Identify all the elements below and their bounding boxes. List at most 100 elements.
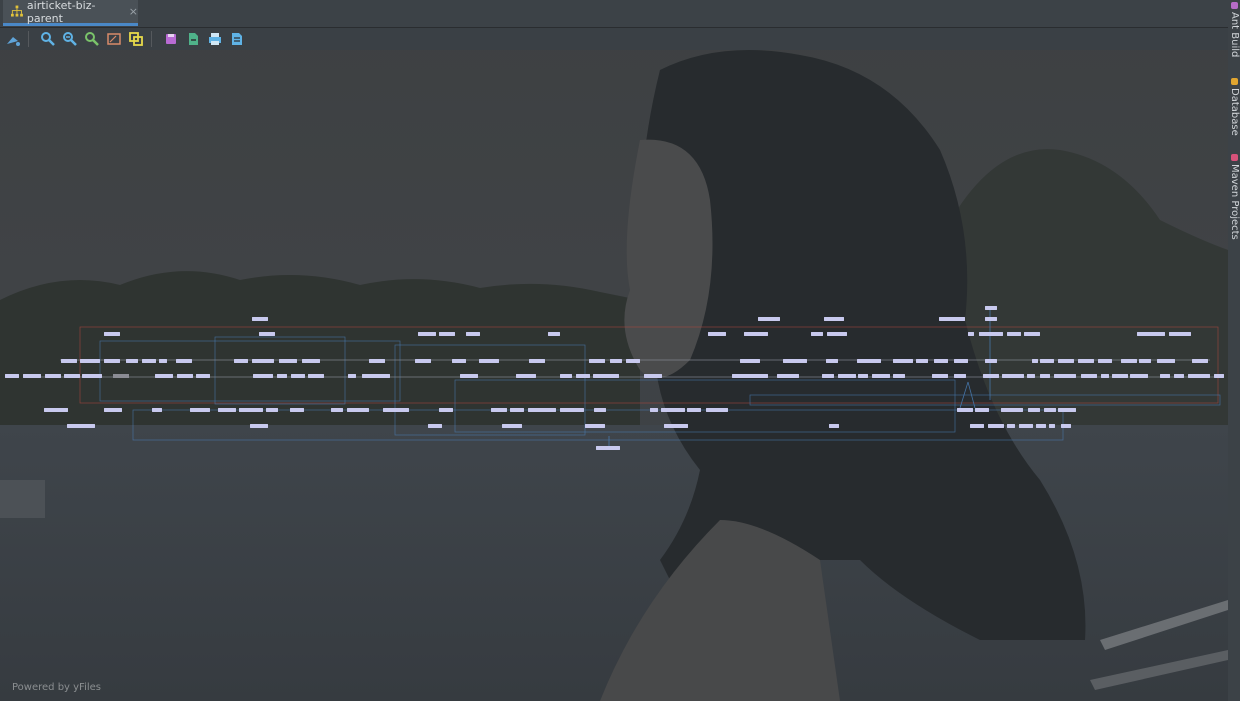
tab-airticket-biz-parent[interactable]: airticket-biz-parent ×: [3, 0, 138, 26]
dependency-node[interactable]: [196, 374, 210, 378]
dependency-node[interactable]: [61, 359, 77, 363]
dependency-node[interactable]: [302, 359, 320, 363]
dependency-node[interactable]: [560, 408, 584, 412]
dependency-node[interactable]: [838, 374, 856, 378]
dependency-node[interactable]: [975, 408, 989, 412]
dependency-node[interactable]: [593, 374, 619, 378]
dependency-node[interactable]: [985, 359, 997, 363]
dependency-node[interactable]: [934, 359, 948, 363]
dependency-node[interactable]: [1040, 374, 1050, 378]
copy-button[interactable]: [127, 30, 145, 48]
close-icon[interactable]: ×: [129, 5, 138, 18]
dependency-node[interactable]: [744, 332, 768, 336]
dependency-node[interactable]: [1061, 424, 1071, 428]
dependency-node[interactable]: [1192, 359, 1208, 363]
dependency-node[interactable]: [218, 408, 236, 412]
dependency-node[interactable]: [970, 424, 984, 428]
dependency-node[interactable]: [1002, 374, 1024, 378]
dependency-node[interactable]: [610, 359, 622, 363]
dependency-node[interactable]: [253, 374, 273, 378]
dependency-node[interactable]: [439, 332, 455, 336]
dependency-node[interactable]: [932, 374, 948, 378]
dependency-node[interactable]: [277, 374, 287, 378]
dependency-node[interactable]: [827, 332, 847, 336]
dependency-node[interactable]: [1169, 332, 1191, 336]
dependency-node[interactable]: [266, 408, 278, 412]
dependency-node[interactable]: [331, 408, 343, 412]
dependency-node[interactable]: [1044, 408, 1056, 412]
dependency-node[interactable]: [822, 374, 834, 378]
fit-content-button[interactable]: [4, 30, 22, 48]
dependency-node[interactable]: [1188, 374, 1210, 378]
dependency-node[interactable]: [1058, 408, 1076, 412]
dependency-node[interactable]: [252, 359, 274, 363]
dependency-node[interactable]: [362, 374, 390, 378]
dependency-node[interactable]: [104, 332, 120, 336]
dependency-node[interactable]: [872, 374, 890, 378]
dependency-node[interactable]: [893, 374, 905, 378]
dependency-node[interactable]: [585, 424, 605, 428]
dependency-node[interactable]: [985, 317, 997, 321]
dependency-node[interactable]: [589, 359, 605, 363]
zoom-in-button[interactable]: [39, 30, 57, 48]
dependency-node[interactable]: [5, 374, 19, 378]
dependency-node[interactable]: [740, 359, 760, 363]
dependency-node[interactable]: [418, 332, 436, 336]
dependency-node[interactable]: [177, 374, 193, 378]
dependency-node[interactable]: [104, 359, 120, 363]
dependency-node[interactable]: [1139, 359, 1151, 363]
dependency-node[interactable]: [1058, 359, 1074, 363]
dependency-node[interactable]: [957, 408, 973, 412]
dependency-node[interactable]: [82, 374, 102, 378]
dependency-node[interactable]: [548, 332, 560, 336]
dependency-node[interactable]: [661, 408, 685, 412]
dependency-node[interactable]: [1160, 374, 1170, 378]
tool-window-database[interactable]: Database: [1229, 88, 1240, 136]
dependency-node[interactable]: [348, 374, 356, 378]
print-button[interactable]: [206, 30, 224, 48]
dependency-node[interactable]: [1049, 424, 1055, 428]
dependency-node[interactable]: [428, 424, 442, 428]
dependency-node[interactable]: [1001, 408, 1023, 412]
dependency-node[interactable]: [234, 359, 248, 363]
dependency-node[interactable]: [510, 408, 524, 412]
dependency-node[interactable]: [1157, 359, 1175, 363]
dependency-node[interactable]: [176, 359, 192, 363]
dependency-node[interactable]: [594, 408, 606, 412]
zoom-out-button[interactable]: [61, 30, 79, 48]
dependency-node[interactable]: [983, 374, 999, 378]
dependency-node[interactable]: [1101, 374, 1109, 378]
dependency-node[interactable]: [44, 408, 68, 412]
dependency-node[interactable]: [826, 359, 838, 363]
save-button[interactable]: [162, 30, 180, 48]
dependency-node[interactable]: [279, 359, 297, 363]
dependency-node[interactable]: [1112, 374, 1128, 378]
dependency-node[interactable]: [1032, 359, 1038, 363]
dependency-node[interactable]: [142, 359, 156, 363]
dependency-node[interactable]: [67, 424, 95, 428]
dependency-node[interactable]: [239, 408, 263, 412]
dependency-node[interactable]: [560, 374, 572, 378]
dependency-node[interactable]: [126, 359, 138, 363]
dependency-node[interactable]: [732, 374, 768, 378]
dependency-node[interactable]: [968, 332, 974, 336]
dependency-node[interactable]: [954, 374, 966, 378]
dependency-node[interactable]: [383, 408, 409, 412]
dependency-node[interactable]: [708, 332, 726, 336]
dependency-node[interactable]: [954, 359, 968, 363]
dependency-node[interactable]: [1121, 359, 1137, 363]
dependency-node[interactable]: [45, 374, 61, 378]
dependency-node[interactable]: [1036, 424, 1046, 428]
dependency-node[interactable]: [650, 408, 658, 412]
dependency-node[interactable]: [64, 374, 80, 378]
dependency-node[interactable]: [916, 359, 928, 363]
fit-screen-button[interactable]: [105, 30, 123, 48]
dependency-node[interactable]: [80, 359, 100, 363]
dependency-node[interactable]: [664, 424, 688, 428]
dependency-node[interactable]: [452, 359, 466, 363]
dependency-node[interactable]: [979, 332, 1003, 336]
dependency-node[interactable]: [1040, 359, 1054, 363]
dependency-node[interactable]: [1174, 374, 1184, 378]
dependency-node[interactable]: [369, 359, 385, 363]
dependency-node[interactable]: [259, 332, 275, 336]
